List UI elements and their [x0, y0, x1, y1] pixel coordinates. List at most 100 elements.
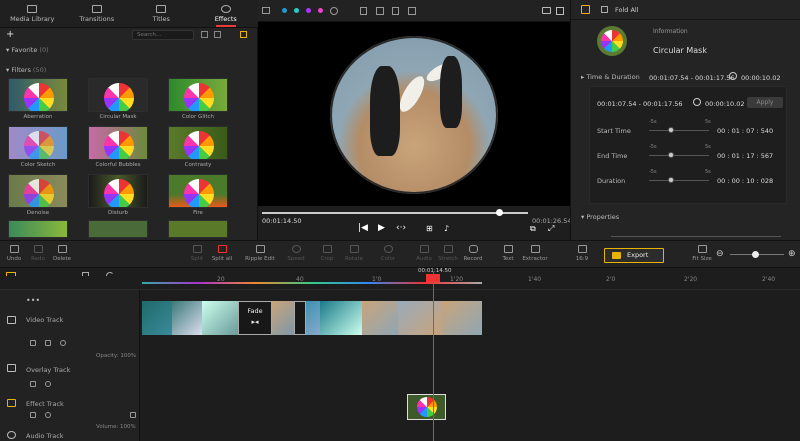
- favorite-section[interactable]: ▾ Favorite (0): [6, 46, 49, 54]
- crop-icon[interactable]: [376, 7, 384, 15]
- lock-icon[interactable]: [30, 381, 36, 387]
- search-input[interactable]: [132, 30, 194, 40]
- export-button[interactable]: Export: [604, 248, 664, 263]
- transition-icon: ▸◂: [251, 318, 259, 326]
- filters-section[interactable]: ▾ Filters (50): [6, 66, 46, 74]
- add-icon[interactable]: +: [6, 30, 14, 40]
- rotate-button[interactable]: Rotate: [340, 245, 368, 262]
- snapshot-icon[interactable]: [542, 7, 551, 14]
- zoom-slider-handle[interactable]: [752, 251, 759, 258]
- effect-item[interactable]: [168, 220, 228, 238]
- lock-icon[interactable]: [360, 7, 367, 15]
- collapse-panel-icon[interactable]: [240, 31, 247, 38]
- tab-transitions[interactable]: Transitions: [65, 0, 130, 27]
- previous-frame-icon[interactable]: |◀: [358, 224, 368, 233]
- progress-track[interactable]: [262, 212, 528, 214]
- duration-slider-handle[interactable]: [668, 177, 674, 183]
- playhead-line[interactable]: [433, 272, 434, 441]
- start-time-slider-handle[interactable]: [668, 127, 674, 133]
- aspect-ratio-button[interactable]: 16:9: [568, 245, 596, 262]
- end-time-value[interactable]: 00 : 01 : 17 : 567: [717, 152, 773, 160]
- effect-item[interactable]: Color Glitch: [168, 78, 228, 120]
- tab-titles[interactable]: Titles: [129, 0, 194, 27]
- zoom-in-icon[interactable]: ⊕: [788, 249, 796, 259]
- more-icon[interactable]: •••: [26, 296, 40, 305]
- color-dot-icon[interactable]: [294, 8, 299, 13]
- skip-frames-icon[interactable]: ‹·›: [396, 224, 406, 233]
- color-dot-icon[interactable]: [306, 8, 311, 13]
- effect-item[interactable]: Circular Mask: [88, 78, 148, 120]
- trash-icon[interactable]: [130, 412, 136, 418]
- umbrella-thumbnail: [24, 131, 54, 159]
- end-time-slider-handle[interactable]: [668, 152, 674, 158]
- eye-icon[interactable]: [45, 381, 51, 387]
- fold-all-label[interactable]: Fold All: [615, 6, 639, 14]
- delete-button[interactable]: Delete: [48, 245, 76, 262]
- duration-value[interactable]: 00 : 00 : 10 : 028: [717, 177, 773, 185]
- settings-icon[interactable]: [556, 7, 564, 15]
- time-duration-header[interactable]: ▸ Time & Duration: [581, 73, 640, 81]
- video-clip-strip[interactable]: [142, 301, 482, 335]
- speed-button[interactable]: Speed: [282, 245, 310, 262]
- color-dot-icon[interactable]: [282, 8, 287, 13]
- record-button[interactable]: Record: [459, 245, 487, 262]
- mask-icon[interactable]: [408, 7, 416, 15]
- effect-item[interactable]: Fire: [168, 174, 228, 216]
- effect-item[interactable]: Denoise: [8, 174, 68, 216]
- umbrella-thumbnail: [104, 179, 134, 207]
- effect-clip-circular-mask[interactable]: [407, 394, 446, 420]
- lock-icon[interactable]: [30, 412, 36, 418]
- tab-effects[interactable]: Effects: [194, 0, 259, 27]
- text-button[interactable]: Text: [494, 245, 522, 262]
- expand-icon[interactable]: ⤢: [548, 224, 554, 233]
- lock-icon[interactable]: [392, 7, 399, 15]
- apply-button[interactable]: Apply: [747, 97, 783, 108]
- stretch-button[interactable]: Stretch: [434, 245, 462, 262]
- extractor-button[interactable]: Extractor: [519, 245, 551, 262]
- effect-item[interactable]: Aberration: [8, 78, 68, 120]
- lock-icon[interactable]: [30, 340, 36, 346]
- library-tabs: Media Library Transitions Titles Effects: [0, 0, 258, 28]
- copy-frame-icon[interactable]: ⧉: [530, 224, 536, 233]
- fullscreen-icon[interactable]: ⊞: [426, 224, 433, 233]
- umbrella-thumbnail: [24, 179, 54, 207]
- eye-icon[interactable]: [45, 412, 51, 418]
- transition-marker[interactable]: [294, 301, 306, 335]
- progress-handle[interactable]: [495, 209, 503, 216]
- crop-button[interactable]: Crop: [313, 245, 341, 262]
- duration-slider[interactable]: [649, 180, 709, 181]
- volume-icon[interactable]: ♪: [444, 224, 449, 233]
- circle-shape-icon[interactable]: [330, 7, 338, 15]
- playback-controls: 00:01:14.50 00:01:26.54 |◀ ▶ ‹·› ⊞ ♪ ⧉ ⤢: [258, 206, 572, 240]
- start-time-value[interactable]: 00 : 01 : 07 : 540: [717, 127, 773, 135]
- play-icon[interactable]: ▶: [378, 224, 385, 233]
- effect-item[interactable]: Contrasty: [168, 126, 228, 168]
- zoom-out-icon[interactable]: ⊖: [716, 249, 724, 259]
- effect-item[interactable]: Color Sketch: [8, 126, 68, 168]
- eye-icon[interactable]: [60, 340, 66, 346]
- color-dot-icon[interactable]: [318, 8, 323, 13]
- properties-header[interactable]: ▾ Properties: [581, 213, 619, 221]
- mute-icon[interactable]: [45, 340, 51, 346]
- grid-view-icon[interactable]: [201, 31, 208, 38]
- color-button[interactable]: Color: [374, 245, 402, 262]
- fold-icon[interactable]: [581, 5, 590, 14]
- property-slider[interactable]: [611, 236, 781, 237]
- effect-item[interactable]: [88, 220, 148, 238]
- fold-all-icon[interactable]: [601, 6, 608, 13]
- effect-item[interactable]: Disturb: [88, 174, 148, 216]
- ripple-edit-button[interactable]: Ripple Edit: [244, 245, 276, 262]
- video-canvas[interactable]: [258, 22, 570, 206]
- effect-item[interactable]: [8, 220, 68, 238]
- fade-transition[interactable]: Fade ▸◂: [238, 301, 272, 335]
- tab-media-library[interactable]: Media Library: [0, 0, 65, 27]
- start-time-slider[interactable]: [649, 130, 709, 131]
- effect-item[interactable]: Colorful Bubbles: [88, 126, 148, 168]
- box-time-range: 00:01:07.54 - 00:01:17.56: [597, 100, 683, 108]
- list-view-icon[interactable]: [214, 31, 221, 38]
- split-button[interactable]: Split: [183, 245, 211, 262]
- end-time-slider[interactable]: [649, 155, 709, 156]
- split-all-button[interactable]: Split all: [208, 245, 236, 262]
- layout-icon[interactable]: [262, 7, 270, 14]
- fit-size-button[interactable]: Fit Size: [688, 245, 716, 262]
